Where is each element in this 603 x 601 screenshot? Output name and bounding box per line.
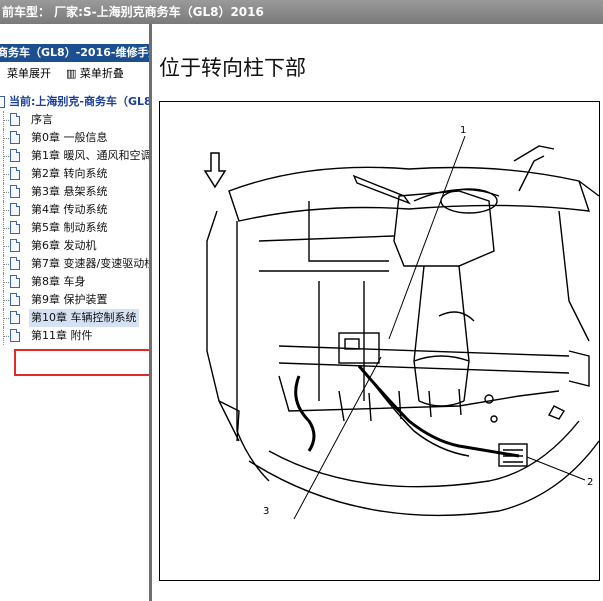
document-icon [10, 293, 20, 306]
document-icon [10, 167, 20, 180]
tree-item-label: 第2章 转向系统 [31, 167, 108, 180]
expand-menu-button[interactable]: 菜单展开 [7, 65, 51, 83]
tree-item[interactable]: 第0章 一般信息 [0, 129, 149, 147]
selection-highlight-box [14, 349, 149, 376]
manual-title: 商务车（GL8）-2016-维修手册 [0, 44, 149, 62]
collapse-menu-button[interactable]: ▥ 菜单折叠 [66, 65, 124, 83]
tree-item[interactable]: 第1章 暖风、通风和空调 [0, 147, 149, 165]
tree-item-label: 第8章 车身 [31, 275, 86, 288]
steering-column-diagram: 1 2 3 [159, 101, 600, 581]
document-icon [10, 275, 20, 288]
tree-item[interactable]: 第3章 悬架系统 [0, 183, 149, 201]
tree-item-label: 第4章 传动系统 [31, 203, 108, 216]
tree-item-label: 第6章 发动机 [31, 239, 97, 252]
tree-item[interactable]: 第2章 转向系统 [0, 165, 149, 183]
document-icon [10, 185, 20, 198]
tree-item-label: 第7章 变速器/变速驱动桥 [31, 257, 149, 270]
window-title: 前车型： 厂家:S-上海别克商务车（GL8）2016 [0, 0, 603, 24]
tree-item[interactable]: 第8章 车身 [0, 273, 149, 291]
document-icon [10, 239, 20, 252]
document-icon [10, 113, 20, 126]
tree-item-label: 第0章 一般信息 [31, 131, 108, 144]
tree-item-label: 第1章 暖风、通风和空调 [31, 149, 149, 162]
document-icon [10, 221, 20, 234]
callout-1: 1 [460, 125, 466, 136]
page-title: 位于转向柱下部 [159, 56, 306, 80]
sidebar: 商务车（GL8）-2016-维修手册 菜单展开 ▥ 菜单折叠 当前:上海别克-商… [0, 38, 149, 601]
callout-2: 2 [587, 477, 593, 488]
tree-item[interactable]: 第7章 变速器/变速驱动桥 [0, 255, 149, 273]
document-icon [10, 131, 20, 144]
tree-item[interactable]: 序言 [0, 111, 149, 129]
collapse-menu-label: 菜单折叠 [79, 67, 124, 80]
tree-item-label: 第10章 车辆控制系统 [29, 309, 139, 327]
tree-item-label: 第3章 悬架系统 [31, 185, 108, 198]
tree-item[interactable]: 第6章 发动机 [0, 237, 149, 255]
document-icon [10, 257, 20, 270]
tree-item[interactable]: 第4章 传动系统 [0, 201, 149, 219]
tree-item-label: 序言 [31, 113, 53, 126]
content-pane: 位于转向柱下部 1 2 3 [152, 24, 603, 601]
callout-3: 3 [263, 506, 269, 517]
document-icon [10, 203, 20, 216]
document-icon [10, 329, 20, 342]
chapter-tree: 当前:上海别克-商务车（GL8） 序言 第0章 一般信息 第1章 暖风、通风和空调第… [0, 93, 149, 345]
tree-root-label: 当前:上海别克-商务车（GL8） [9, 95, 149, 108]
tree-item-label: 第5章 制动系统 [31, 221, 108, 234]
document-icon [10, 149, 20, 162]
diagram-figure: 1 2 3 [159, 101, 600, 581]
tree-item[interactable]: 第9章 保护装置 [0, 291, 149, 309]
tree-item[interactable]: 第10章 车辆控制系统 [0, 309, 149, 327]
tree-root[interactable]: 当前:上海别克-商务车（GL8） [0, 93, 149, 111]
tree-item[interactable]: 第11章 附件 [0, 327, 149, 345]
folder-icon [0, 96, 5, 108]
tree-item-label: 第9章 保护装置 [31, 293, 108, 306]
tree-toolbar: 菜单展开 ▥ 菜单折叠 [0, 65, 149, 83]
tree-item[interactable]: 第5章 制动系统 [0, 219, 149, 237]
tree-item-label: 第11章 附件 [31, 329, 93, 342]
document-icon [10, 311, 20, 324]
